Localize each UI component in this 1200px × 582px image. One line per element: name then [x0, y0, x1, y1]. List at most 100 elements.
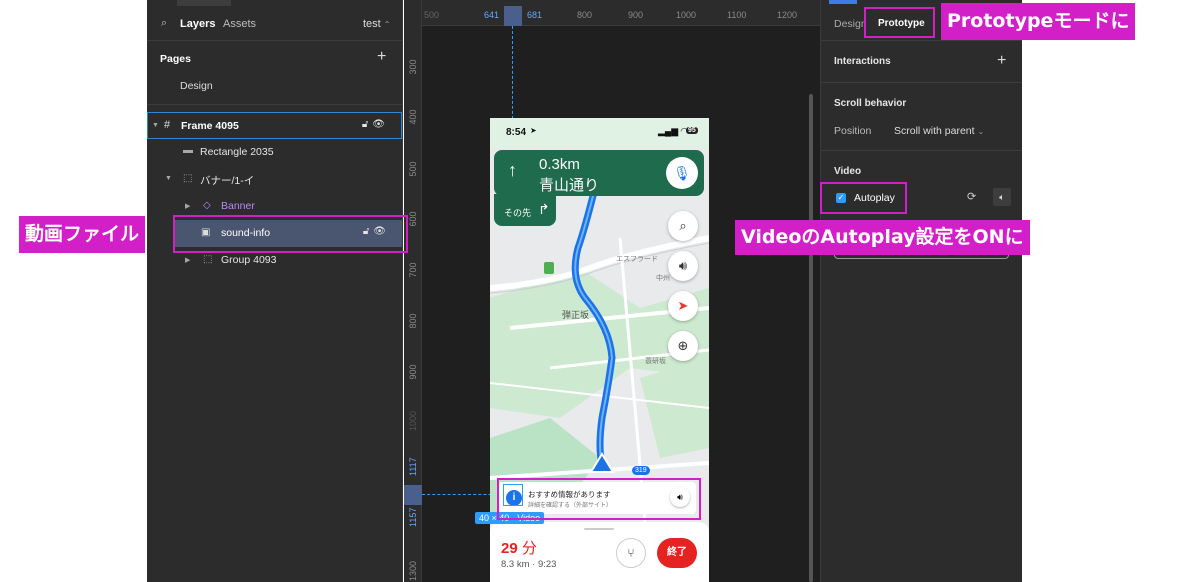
map-compass-button[interactable]: ➤ [668, 291, 698, 321]
annotation-label-prototype-mode: Prototypeモードに [941, 3, 1136, 40]
voice-search-button[interactable]: 🎙︎ [666, 157, 698, 189]
search-icon: ⌕ [679, 218, 687, 233]
tab-design[interactable]: Design [834, 18, 867, 30]
tab-assets[interactable]: Assets [223, 18, 256, 30]
ruler-tick: 681 [527, 10, 543, 20]
ruler-tick: 1157 [408, 507, 418, 527]
interactions-header: Interactions [834, 56, 891, 67]
position-dropdown[interactable]: Scroll with parent ⌄ [894, 125, 984, 137]
map-label: 蓑研坂 [645, 358, 666, 365]
video-header: Video [834, 166, 862, 177]
map-label: エスフラード [616, 256, 658, 263]
chevron-down-icon[interactable]: ▼ [165, 175, 172, 182]
divider [147, 104, 402, 105]
trip-duration-value: 29 [501, 540, 518, 557]
ruler-tick: 500 [408, 161, 418, 177]
layer-label: Group 4093 [221, 254, 277, 266]
ruler-tick: 1117 [408, 457, 418, 476]
add-interaction-icon[interactable]: + [997, 52, 1006, 70]
annotation-label-video-file: 動画ファイル [19, 216, 146, 253]
chevron-right-icon[interactable]: ▶ [185, 202, 190, 210]
search-icon[interactable]: ⌕ [161, 17, 167, 30]
map-sound-button[interactable]: 🔊︎ [668, 251, 698, 281]
navigation-instruction-card: ↑ 0.3km 青山通り 🎙︎ [494, 150, 704, 196]
loop-off-icon[interactable]: ⟳ [967, 190, 976, 203]
ruler-tick: 500 [424, 10, 440, 20]
rectangle-icon: ▬ [183, 145, 193, 156]
route-badge: 319 [632, 466, 650, 475]
layer-label: Frame 4095 [181, 120, 239, 132]
speaker-icon: 🔈︎ [999, 192, 1005, 202]
frame-icon: # [164, 119, 171, 131]
end-button-label: 終了 [667, 547, 687, 558]
group-icon: ⬚ [183, 173, 193, 184]
ruler-tick: 600 [408, 211, 418, 227]
end-navigation-button[interactable]: 終了 [657, 538, 697, 568]
component-icon: ◇ [203, 200, 211, 211]
nav-street: 青山通り [539, 177, 600, 194]
tab-layers[interactable]: Layers [180, 18, 215, 30]
fork-icon: ⑂ [627, 546, 635, 560]
ruler-tick: 700 [408, 262, 418, 278]
microphone-icon: 🎙︎ [673, 165, 691, 181]
layer-row-frame[interactable]: ▼ # Frame 4095 🔓︎👁︎ [147, 112, 402, 139]
speaker-icon: 🔊︎ [678, 258, 688, 273]
signal-wifi-icon: ▂▄▆ ◠ [658, 126, 688, 136]
arrow-up-icon: ↑ [508, 160, 517, 180]
trip-duration: 29 分 [501, 537, 537, 558]
ruler-tick: 400 [408, 109, 418, 125]
layer-row-rectangle[interactable]: ▬ Rectangle 2035 [147, 139, 402, 166]
position-value: Scroll with parent [894, 125, 975, 137]
next-turn-card: その先 ↱ [494, 194, 556, 226]
annotation-box-video-layer [173, 215, 408, 253]
right-top-strip [829, 0, 857, 4]
ruler-tick: 900 [628, 10, 644, 20]
ruler-left: 300 400 500 600 700 800 900 1000 1117 11… [404, 0, 422, 582]
location-arrow-icon: ➤ [530, 126, 537, 135]
page-item-design[interactable]: Design [180, 80, 213, 92]
chevron-down-icon: ⌄ [977, 127, 985, 136]
add-report-icon: ⊕ [677, 338, 689, 353]
pages-header: Pages [160, 53, 191, 65]
layer-label: Rectangle 2035 [200, 146, 274, 158]
ruler-top: 500 641 681 800 900 1000 1100 1200 [422, 0, 820, 26]
ruler-tick: 300 [408, 59, 418, 75]
ruler-tick: 1100 [727, 10, 747, 20]
left-panel-tabs: ⌕ Layers Assets test ⌃ [147, 14, 402, 36]
annotation-box-banner-video [497, 478, 701, 520]
lock-visibility-icons[interactable]: 🔓︎👁︎ [362, 119, 389, 130]
layer-label: バナー/1-イ [200, 175, 255, 187]
ruler-tick: 1000 [408, 410, 418, 431]
screenshot-root: ⌕ Layers Assets test ⌃ Pages + Design ▼ … [0, 0, 1200, 582]
scroll-behavior-header: Scroll behavior [834, 98, 907, 109]
map-label: 弾正坂 [562, 310, 590, 320]
annotation-label-autoplay-on: VideoのAutoplay設定をONに [735, 220, 1030, 255]
drag-handle[interactable] [584, 528, 614, 530]
chevron-right-icon[interactable]: ▶ [185, 256, 190, 264]
status-time: 8:54 [506, 127, 527, 138]
toolbar-strip [177, 0, 231, 6]
turn-right-icon: ↱ [538, 201, 550, 217]
divider [821, 82, 1022, 83]
map-report-button[interactable]: ⊕ [668, 331, 698, 361]
mute-toggle[interactable]: 🔈︎ [993, 188, 1011, 206]
ruler-tick: 900 [408, 364, 418, 380]
trip-summary-card: 29 分 8.3 km · 9:23 ⑂ 終了 [490, 522, 709, 582]
divider [821, 40, 1022, 41]
chevron-down-icon[interactable]: ▼ [152, 122, 159, 129]
panel-scrollbar[interactable] [809, 94, 813, 582]
group-icon: ⬚ [203, 254, 213, 265]
page-selector[interactable]: test ⌃ [363, 18, 391, 30]
ruler-tick: 641 [484, 10, 500, 20]
add-page-icon[interactable]: + [377, 48, 386, 66]
ruler-tick: 1300 [408, 560, 418, 581]
annotation-box-autoplay [820, 182, 907, 214]
alternate-routes-button[interactable]: ⑂ [616, 538, 646, 568]
next-turn-label: その先 [504, 208, 532, 218]
layer-row-banner-group[interactable]: ▼ ⬚ バナー/1-イ [147, 166, 402, 193]
layer-label: Banner [221, 200, 255, 212]
trip-info: 8.3 km · 9:23 [501, 559, 557, 570]
ruler-tick: 1200 [777, 10, 798, 20]
map-search-button[interactable]: ⌕ [668, 211, 698, 241]
ruler-tick: 800 [577, 10, 593, 20]
